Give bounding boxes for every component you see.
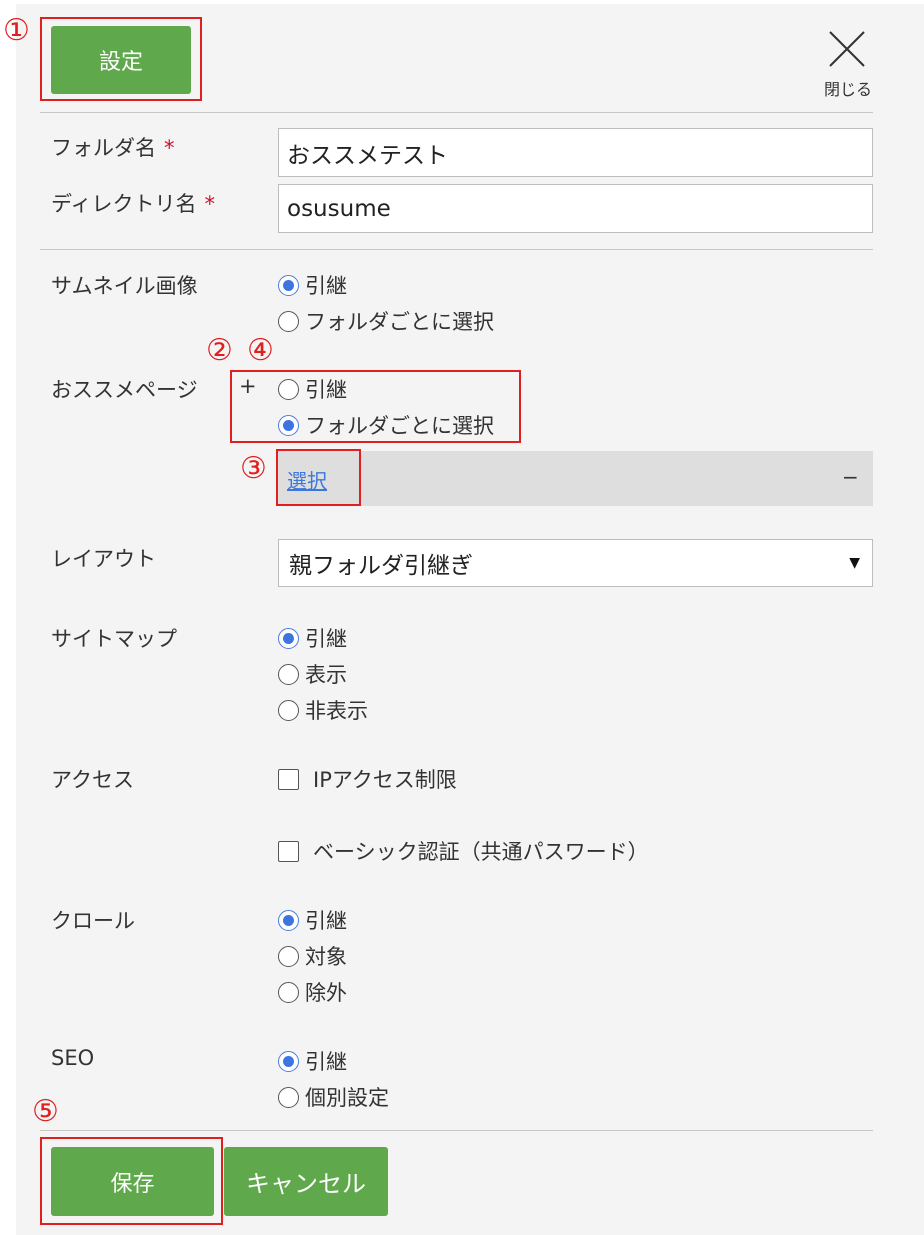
layout-select-value: 親フォルダ引継ぎ xyxy=(289,553,473,579)
radio-selected-icon xyxy=(278,1050,299,1072)
collapse-minus-icon[interactable]: − xyxy=(842,465,859,489)
divider xyxy=(40,249,873,250)
sitemap-option-hide[interactable]: 非表示 xyxy=(278,695,368,725)
basic-auth-checkbox[interactable]: ベーシック認証（共通パスワード） xyxy=(278,836,649,866)
dropdown-arrow-icon: ▼ xyxy=(849,555,860,571)
radio-icon xyxy=(278,945,299,967)
annotation-marker-1: ① xyxy=(3,13,30,48)
recommend-option-inherit[interactable]: 引継 xyxy=(278,374,347,404)
crawl-label: クロール xyxy=(51,909,135,933)
radio-selected-icon xyxy=(278,909,299,931)
seo-option-inherit[interactable]: 引継 xyxy=(278,1046,347,1076)
recommend-select-bar xyxy=(278,451,873,506)
radio-selected-icon xyxy=(278,274,299,296)
seo-label: SEO xyxy=(51,1046,95,1070)
crawl-option-exclude[interactable]: 除外 xyxy=(278,977,347,1007)
radio-icon xyxy=(278,1086,299,1108)
annotation-marker-4: ④ xyxy=(247,333,274,368)
folder-name-label: フォルダ名 * xyxy=(51,136,175,160)
save-button[interactable]: 保存 xyxy=(51,1147,214,1216)
directory-name-input[interactable]: osusume xyxy=(278,184,873,233)
folder-name-input[interactable]: おススメテスト xyxy=(278,128,873,177)
layout-label: レイアウト xyxy=(51,547,156,571)
access-label: アクセス xyxy=(51,768,134,792)
sitemap-option-inherit[interactable]: 引継 xyxy=(278,623,347,653)
sitemap-label: サイトマップ xyxy=(51,627,177,651)
radio-icon xyxy=(278,663,299,685)
radio-icon xyxy=(278,310,299,332)
radio-selected-icon xyxy=(278,414,299,436)
thumbnail-label: サムネイル画像 xyxy=(51,274,198,298)
recommend-page-label: おススメページ xyxy=(51,378,198,402)
required-mark: * xyxy=(164,136,175,160)
divider xyxy=(40,112,873,113)
close-label: 閉じる xyxy=(823,80,872,99)
crawl-option-inherit[interactable]: 引継 xyxy=(278,905,347,935)
radio-selected-icon xyxy=(278,627,299,649)
annotation-marker-2: ② xyxy=(206,333,233,368)
radio-icon xyxy=(278,981,299,1003)
settings-button[interactable]: 設定 xyxy=(51,26,191,94)
directory-name-label: ディレクトリ名 * xyxy=(51,192,216,216)
ip-access-restriction-checkbox[interactable]: IPアクセス制限 xyxy=(278,764,457,794)
checkbox-icon xyxy=(278,768,299,790)
thumbnail-option-inherit[interactable]: 引継 xyxy=(278,270,347,300)
annotation-marker-5: ⑤ xyxy=(32,1094,59,1129)
required-mark: * xyxy=(204,192,216,216)
thumbnail-option-per-folder[interactable]: フォルダごとに選択 xyxy=(278,306,494,336)
crawl-option-target[interactable]: 対象 xyxy=(278,941,347,971)
layout-select[interactable]: 親フォルダ引継ぎ ▼ xyxy=(278,539,873,587)
recommend-option-per-folder[interactable]: フォルダごとに選択 xyxy=(278,410,494,440)
annotation-marker-3: ③ xyxy=(240,451,267,486)
sitemap-option-show[interactable]: 表示 xyxy=(278,659,347,689)
close-icon xyxy=(829,31,865,67)
radio-icon xyxy=(278,699,299,721)
radio-icon xyxy=(278,378,299,400)
seo-option-individual[interactable]: 個別設定 xyxy=(278,1082,389,1112)
divider xyxy=(40,1130,873,1131)
select-link[interactable]: 選択 xyxy=(287,465,327,494)
close-button[interactable]: 閉じる xyxy=(822,30,874,99)
checkbox-icon xyxy=(278,840,299,862)
cancel-button[interactable]: キャンセル xyxy=(224,1147,388,1216)
